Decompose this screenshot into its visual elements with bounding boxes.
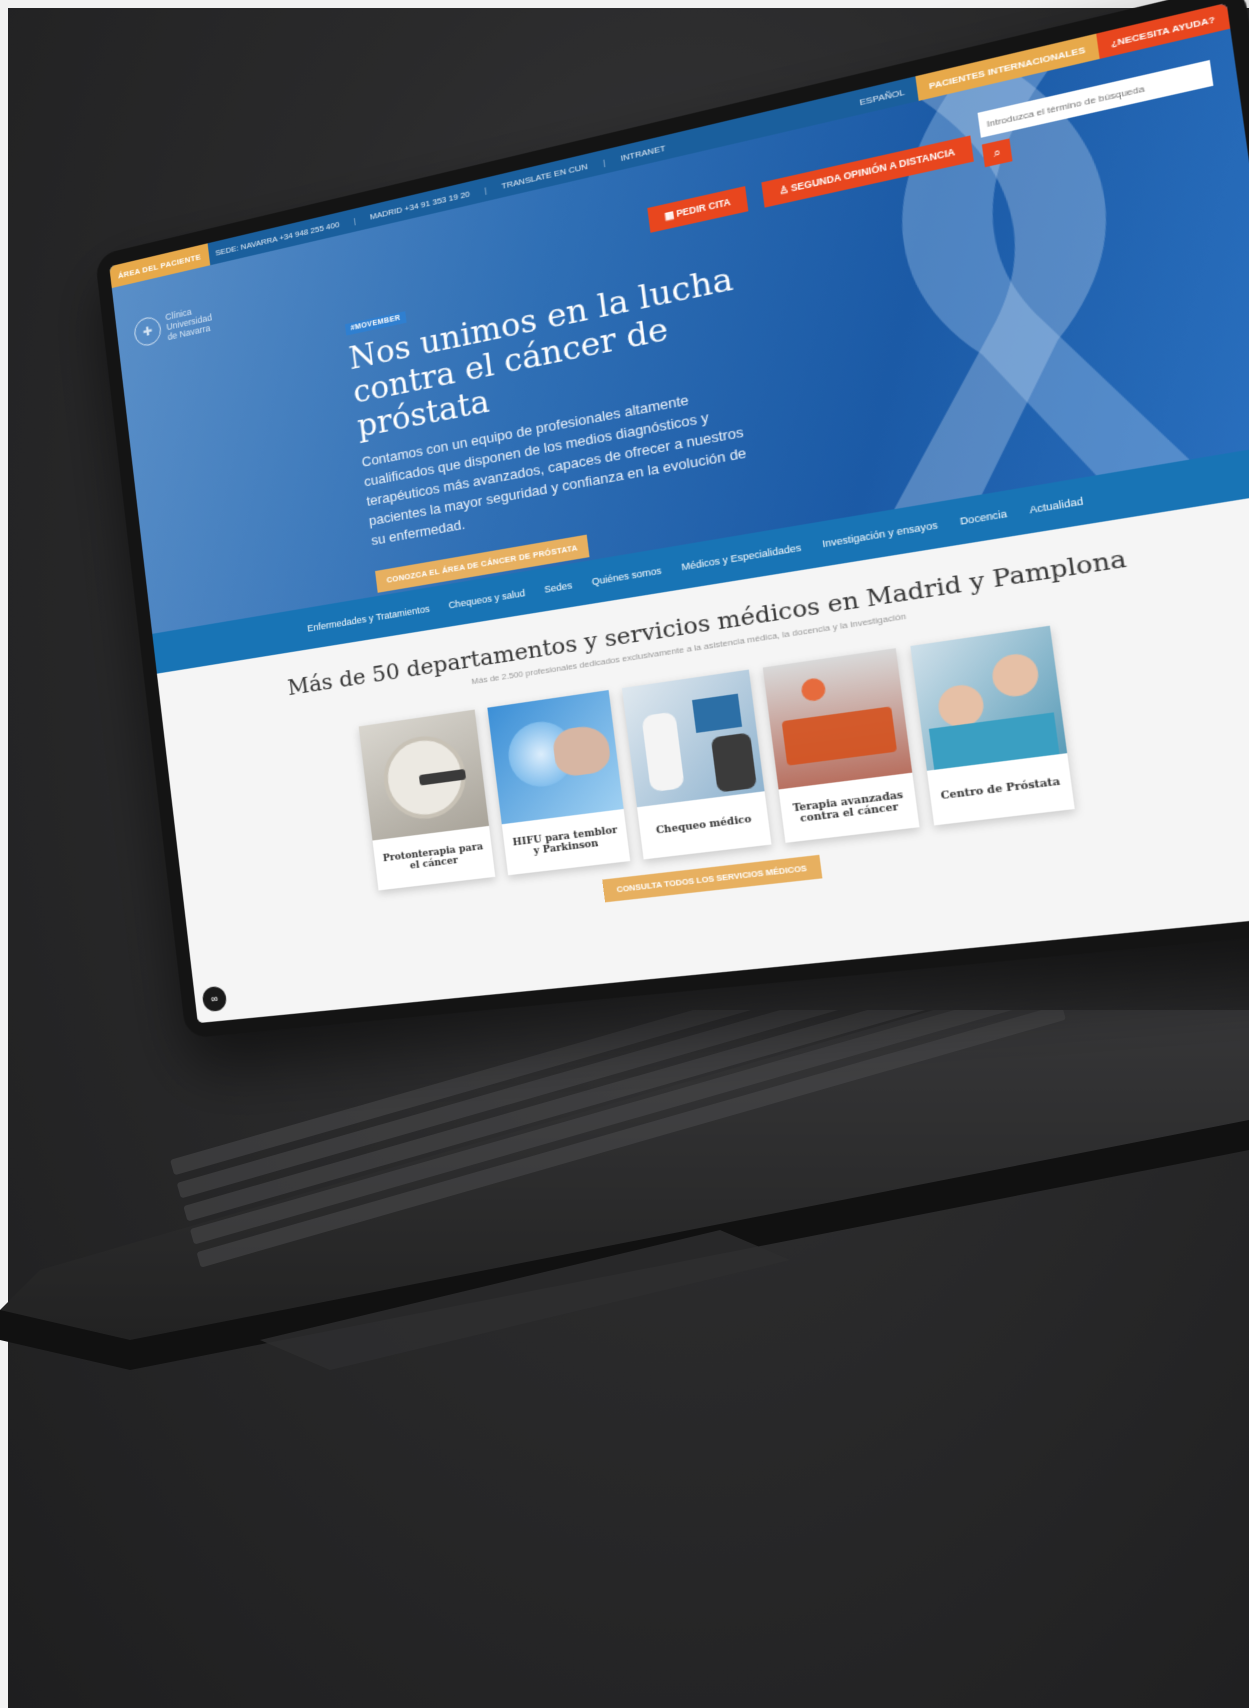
brand-seal-icon: ✚ [133, 315, 163, 349]
website-screen: ÁREA DEL PACIENTE SEDE: NAVARRA +34 948 … [109, 3, 1249, 1023]
service-card[interactable]: Terapia avanzadas contra el cáncer [763, 648, 920, 843]
proton-therapy-image [359, 710, 489, 841]
advanced-therapy-image [763, 648, 913, 789]
nav-item-doctors[interactable]: Médicos y Especialidades [681, 542, 802, 573]
nav-item-diseases[interactable]: Enfermedades y Tratamientos [307, 603, 431, 633]
search-icon: ⌕ [993, 146, 1002, 160]
page-edge-top [0, 0, 1249, 8]
separator: | [346, 214, 363, 227]
hero-content: #MOVEMBER Nos unimos en la lucha contra … [344, 234, 770, 593]
laptop-bezel: ÁREA DEL PACIENTE SEDE: NAVARRA +34 948 … [95, 0, 1249, 1039]
service-card[interactable]: Centro de Próstata [910, 626, 1074, 826]
service-card[interactable]: Protonterapia para el cáncer [359, 710, 496, 891]
checkup-image [622, 670, 765, 808]
service-card[interactable]: HIFU para temblor y Parkinson [487, 690, 630, 875]
page-edge-left [0, 0, 8, 1708]
all-services-button[interactable]: CONSULTA TODOS LOS SERVICIOS MÉDICOS [602, 855, 822, 903]
nav-item-research[interactable]: Investigación y ensayos [822, 519, 939, 549]
nav-item-news[interactable]: Actualidad [1029, 495, 1084, 515]
nav-item-about[interactable]: Quiénes somos [591, 565, 662, 587]
nav-item-teaching[interactable]: Docencia [959, 508, 1007, 527]
separator: | [595, 155, 614, 169]
prostate-center-image [910, 626, 1067, 771]
laptop-keyboard-illustration [0, 1010, 1249, 1430]
brand-logo[interactable]: ✚ Clínica Universidad de Navarra [133, 302, 214, 349]
nav-item-locations[interactable]: Sedes [544, 580, 573, 595]
nav-item-checkups[interactable]: Chequeos y salud [448, 588, 526, 611]
laptop-base [0, 1010, 1249, 1430]
service-card[interactable]: Chequeo médico [622, 670, 772, 860]
laptop-lid: ÁREA DEL PACIENTE SEDE: NAVARRA +34 948 … [80, 140, 1180, 1020]
separator: | [476, 183, 494, 196]
hifu-image [487, 690, 623, 824]
appointment-label: PEDIR CITA [676, 196, 732, 219]
appointment-button[interactable]: ▦ PEDIR CITA [647, 186, 748, 233]
